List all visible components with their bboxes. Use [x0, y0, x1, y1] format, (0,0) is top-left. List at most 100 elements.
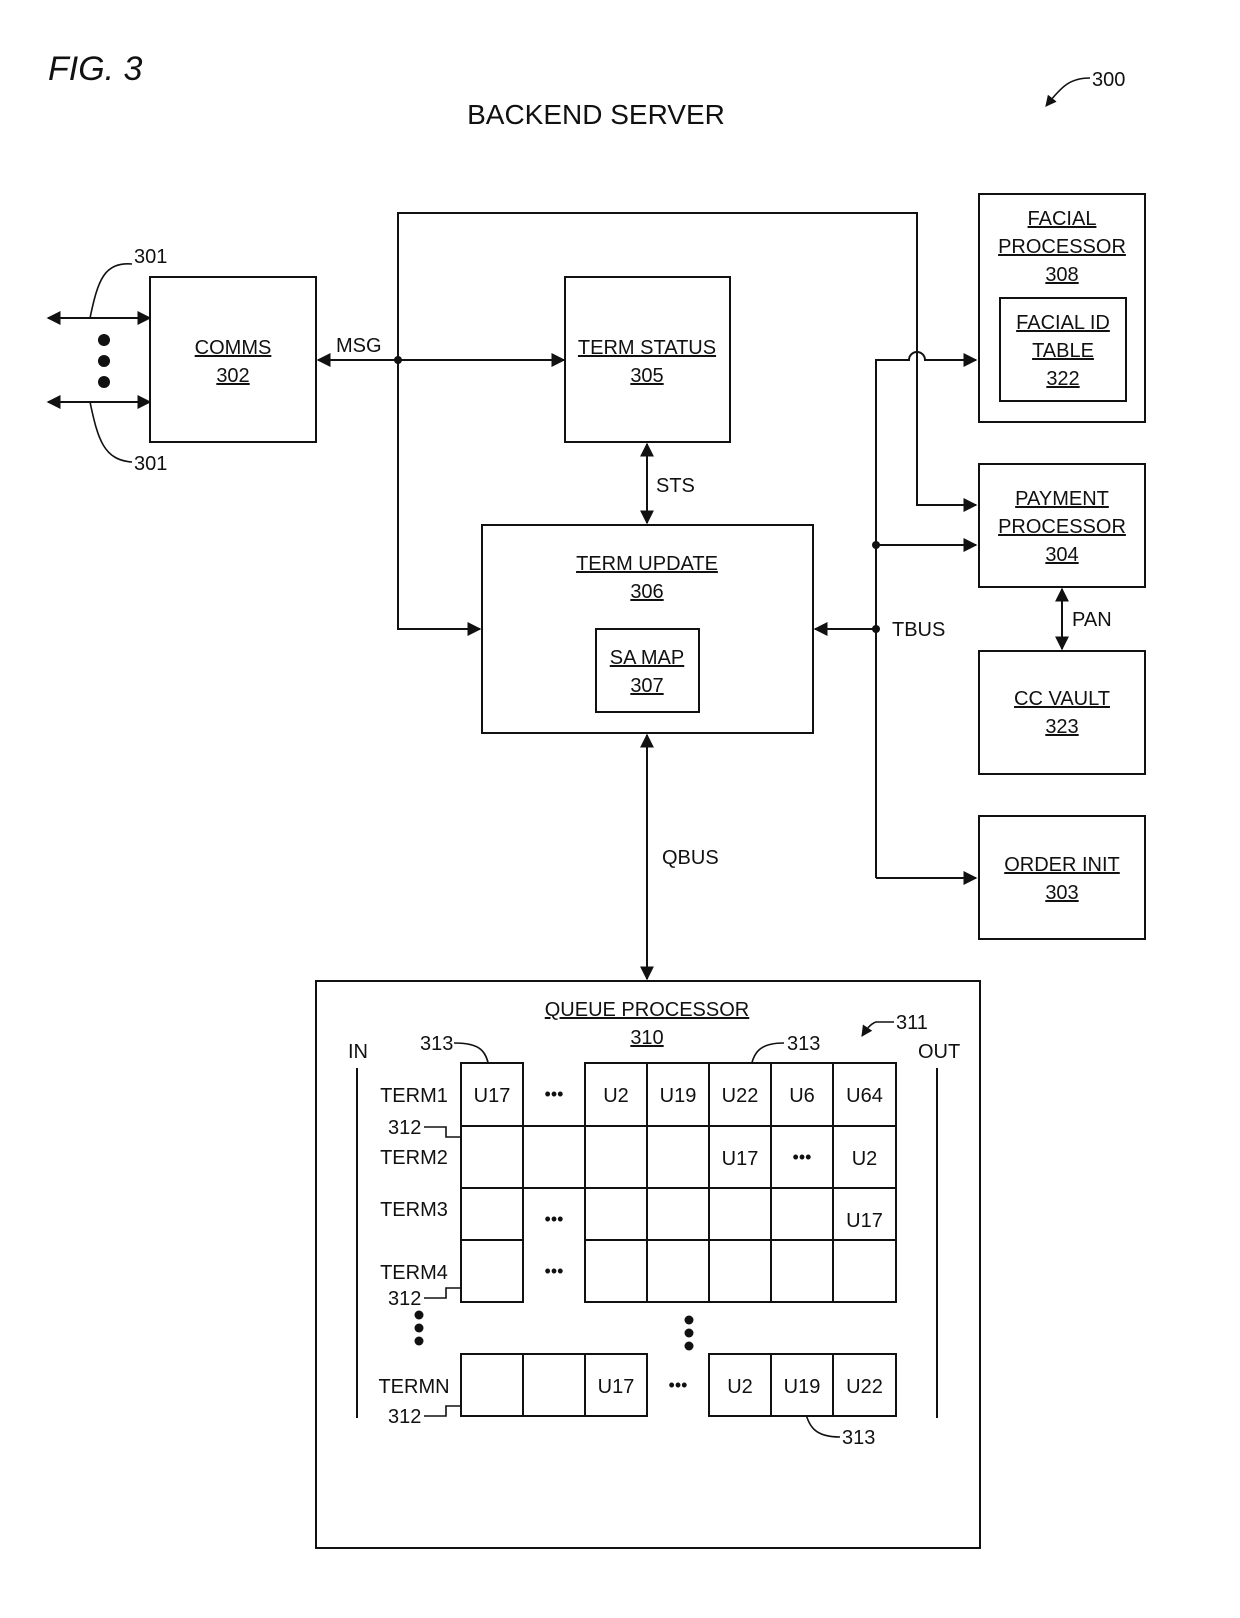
facial-id-table-block[interactable]: FACIAL ID TABLE 322 — [999, 297, 1127, 402]
ref-312-row2: 312 — [388, 1117, 421, 1139]
queue-cell — [460, 1125, 524, 1189]
term-status-ref: 305 — [630, 365, 663, 387]
ref-313-left: 313 — [420, 1033, 453, 1055]
queue-cell — [646, 1187, 710, 1241]
queue-processor-block[interactable]: QUEUE PROCESSOR 310 IN OUT 311 313 313 3… — [315, 980, 981, 1549]
facial-processor-name-1: FACIAL — [1028, 208, 1097, 230]
figure-ref: 300 — [1092, 69, 1125, 91]
term-update-ref: 306 — [630, 581, 663, 603]
msg-label: MSG — [336, 335, 382, 357]
queue-out-label: OUT — [918, 1041, 960, 1063]
sa-map-name: SA MAP — [610, 647, 684, 669]
comms-block[interactable]: COMMS 302 — [149, 276, 317, 443]
queue-entry: U17 — [846, 1210, 883, 1232]
order-init-ref: 303 — [1045, 882, 1078, 904]
vertical-ellipsis-dot — [414, 1310, 424, 1320]
tbus-junction-dot — [872, 625, 880, 633]
facial-id-table-name-2: TABLE — [1032, 340, 1094, 362]
queue-ellipsis: ••• — [669, 1375, 688, 1395]
figure-label: FIG. 3 — [48, 50, 143, 88]
queue-cell — [522, 1353, 586, 1417]
term-update-block[interactable]: TERM UPDATE 306 SA MAP 307 — [481, 524, 814, 734]
queue-row-label: TERM2 — [380, 1147, 448, 1169]
backend-server-diagram: FIG. 3 BACKEND SERVER 300 301 301 COMMS … — [46, 50, 1146, 1549]
queue-ellipsis: ••• — [545, 1209, 564, 1229]
comms-name: COMMS — [195, 337, 272, 359]
tbus: TBUS — [813, 351, 978, 885]
ref-313-bottom: 313 — [842, 1427, 875, 1449]
ref-313-right: 313 — [787, 1033, 820, 1055]
queue-ellipsis: ••• — [793, 1147, 812, 1167]
facial-id-table-ref: 322 — [1046, 368, 1079, 390]
queue-cell — [584, 1187, 648, 1241]
queue-cell — [708, 1187, 772, 1241]
queue-entry: U17 — [598, 1376, 635, 1398]
queue-entry: U22 — [722, 1085, 759, 1107]
queue-cell — [460, 1239, 524, 1303]
pan-label: PAN — [1072, 609, 1112, 631]
vertical-ellipsis-dot — [684, 1328, 694, 1338]
tbus-junction-dot — [872, 541, 880, 549]
queue-ellipsis: ••• — [545, 1084, 564, 1104]
queue-cell — [770, 1239, 834, 1303]
facial-processor-block[interactable]: FACIAL PROCESSOR 308 FACIAL ID TABLE 322 — [978, 193, 1146, 423]
sts-label: STS — [656, 475, 695, 497]
term-status-name: TERM STATUS — [578, 337, 716, 359]
queue-processor-ref: 310 — [630, 1027, 663, 1049]
queue-cell — [460, 1187, 524, 1241]
qbus-label: QBUS — [662, 847, 719, 869]
ref-312-row4: 312 — [388, 1288, 421, 1310]
queue-entry: U17 — [474, 1085, 511, 1107]
sa-map-block[interactable]: SA MAP 307 — [595, 628, 700, 713]
queue-cell — [584, 1125, 648, 1189]
queue-cell — [770, 1187, 834, 1241]
vertical-ellipsis-dot — [414, 1323, 424, 1333]
queue-ellipsis: ••• — [545, 1261, 564, 1281]
queue-row-label: TERM3 — [380, 1199, 448, 1221]
queue-row-label: TERM1 — [380, 1085, 448, 1107]
queue-cell — [584, 1239, 648, 1303]
queue-entry: U17 — [722, 1148, 759, 1170]
queue-entry: U19 — [660, 1085, 697, 1107]
queue-cell — [460, 1353, 524, 1417]
comms-ref: 302 — [216, 365, 249, 387]
ref-312-rowN: 312 — [388, 1406, 421, 1428]
queue-row-label: TERMN — [378, 1376, 449, 1398]
term-status-block[interactable]: TERM STATUS 305 — [564, 276, 731, 443]
queue-entry: U2 — [603, 1085, 629, 1107]
vertical-ellipsis-dot — [684, 1315, 694, 1325]
queue-entry: U2 — [727, 1376, 753, 1398]
payment-processor-name-1: PAYMENT — [1015, 488, 1109, 510]
payment-processor-name-2: PROCESSOR — [998, 516, 1126, 538]
ref-leader-301-bottom — [89, 401, 133, 463]
queue-row-label: TERM4 — [380, 1262, 448, 1284]
term-update-name: TERM UPDATE — [576, 553, 718, 575]
cc-vault-name: CC VAULT — [1014, 688, 1110, 710]
queue-processor-name: QUEUE PROCESSOR — [545, 999, 749, 1021]
payment-processor-block[interactable]: PAYMENT PROCESSOR 304 — [978, 463, 1146, 588]
queue-entry: U6 — [789, 1085, 815, 1107]
queue-entry: U22 — [846, 1376, 883, 1398]
cc-vault-ref: 323 — [1045, 716, 1078, 738]
queue-entry: U19 — [784, 1376, 821, 1398]
facial-id-table-name-1: FACIAL ID — [1016, 312, 1110, 334]
queue-cell — [646, 1239, 710, 1303]
queue-cell — [832, 1239, 897, 1303]
msg-to-term-update-line — [397, 360, 482, 636]
queue-cell — [708, 1239, 772, 1303]
order-init-name: ORDER INIT — [1004, 854, 1120, 876]
ellipsis-dot — [98, 334, 110, 346]
tbus-to-facial-line — [875, 351, 978, 878]
ellipsis-dot — [98, 355, 110, 367]
ellipsis-dot — [98, 376, 110, 388]
ref-301-top: 301 — [134, 246, 167, 268]
ref-leader-301-top — [89, 263, 133, 319]
queue-in-label: IN — [348, 1041, 368, 1063]
vertical-ellipsis-dot — [684, 1341, 694, 1351]
figure-title: BACKEND SERVER — [467, 99, 725, 130]
figure-ref-leader — [1045, 77, 1091, 107]
facial-processor-ref: 308 — [1045, 264, 1078, 286]
cc-vault-block[interactable]: CC VAULT 323 — [978, 650, 1146, 775]
queue-entry: U2 — [852, 1148, 878, 1170]
order-init-block[interactable]: ORDER INIT 303 — [978, 815, 1146, 940]
